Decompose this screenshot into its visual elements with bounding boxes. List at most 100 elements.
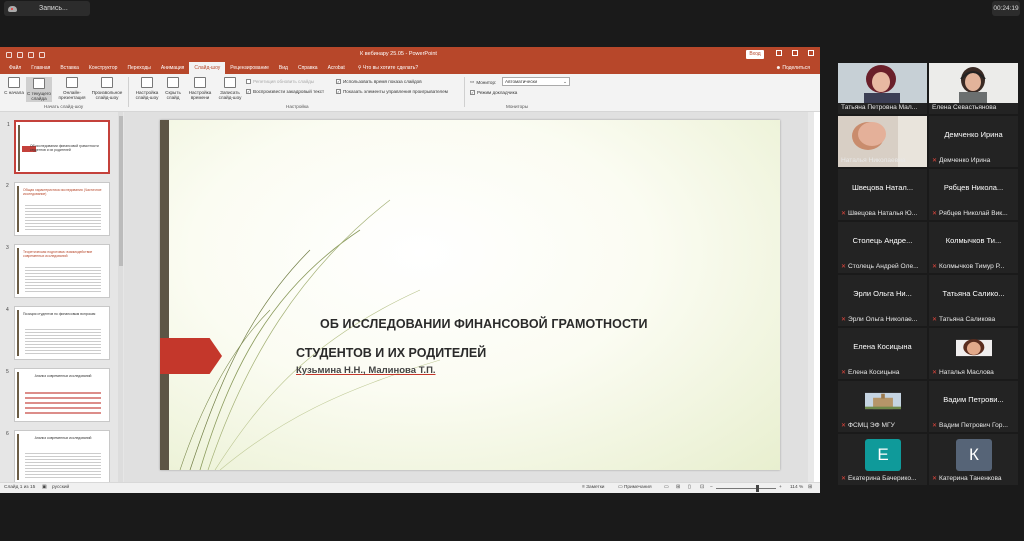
participant-tile[interactable]: Колмычков Ти... ✕ Колмычков Тимур Р...: [929, 222, 1018, 273]
title-arrow-shape: [160, 338, 222, 374]
group-start-label: Начать слайд-шоу: [44, 104, 84, 109]
language-label[interactable]: русский: [52, 485, 69, 490]
participant-name-text: Колмычков Тимур Р...: [939, 263, 1005, 270]
thumb-title: Общая характеристика исследования (Части…: [23, 188, 102, 196]
participant-tile[interactable]: Швецова Натал... ✕ Швецова Наталья Ю...: [838, 169, 927, 220]
hide-slide-button[interactable]: Скрыть слайд: [162, 77, 184, 100]
slide-thumbnail[interactable]: 2 Общая характеристика исследования (Час…: [6, 182, 110, 236]
participant-display-name: Эрли Ольга Ни...: [853, 289, 912, 298]
muted-mic-icon: ✕: [841, 370, 847, 376]
rehearse-timings-button[interactable]: Настройка времени: [186, 77, 214, 100]
record-slideshow-button[interactable]: Записать слайд-шоу: [216, 77, 244, 100]
tab-transitions[interactable]: Переходы: [122, 62, 155, 74]
window-controls: [776, 50, 814, 56]
participant-display-name: Рябцев Никола...: [943, 183, 1004, 192]
tab-view[interactable]: Вид: [274, 62, 293, 74]
sorter-view-icon[interactable]: ⊞: [676, 485, 680, 490]
participant-name-text: Демченко Ирина: [939, 157, 991, 164]
participant-tile-active[interactable]: Наталья Николаевна: [838, 116, 927, 167]
redo-icon[interactable]: [28, 51, 34, 58]
slide-thumbnail[interactable]: 6 Анализ современных исследований: [6, 430, 110, 484]
slide-thumbnail[interactable]: 4 Позиция студентов по финансовым вопрос…: [6, 306, 110, 360]
fit-slide-icon[interactable]: ⊞: [808, 485, 812, 490]
tab-slideshow[interactable]: Слайд-шоу: [189, 62, 226, 74]
online-presentation-button[interactable]: Онлайн-презентация: [56, 77, 88, 100]
slide-authors[interactable]: Кузьмина Н.Н., Малинова Т.П.: [296, 365, 436, 376]
notes-button[interactable]: ≡ Заметки: [582, 485, 605, 490]
participant-tile[interactable]: Татьяна Салико... ✕ Татьяна Саликова: [929, 275, 1018, 326]
custom-slideshow-button[interactable]: Произвольное слайд-шоу: [90, 77, 124, 100]
participant-tile[interactable]: ✕ ФСМЦ ЭФ МГУ: [838, 381, 927, 432]
undo-icon[interactable]: [17, 51, 23, 58]
participant-name-text: Татьяна Саликова: [939, 316, 996, 323]
minimize-icon[interactable]: [776, 50, 782, 56]
comments-button[interactable]: ▭ Примечания: [618, 485, 652, 490]
authors-text: Кузьмина Н.Н., Малинова Т.П.: [296, 365, 436, 376]
participant-tile[interactable]: Эрли Ольга Ни... ✕ Эрли Ольга Николае...: [838, 275, 927, 326]
tab-design[interactable]: Конструктор: [84, 62, 123, 74]
tab-animations[interactable]: Анимация: [156, 62, 189, 74]
zoom-level[interactable]: 114 %: [790, 485, 803, 490]
tab-home[interactable]: Главная: [26, 62, 55, 74]
participant-photo: [865, 392, 901, 410]
participant-tile[interactable]: Татьяна Петровна Мал...: [838, 63, 927, 114]
participant-tile[interactable]: Демченко Ирина ✕ Демченко Ирина: [929, 116, 1018, 167]
tab-acrobat[interactable]: Acrobat: [323, 62, 350, 74]
thumbnails-scrollbar[interactable]: [118, 112, 123, 482]
reading-view-icon[interactable]: ▯: [688, 485, 691, 490]
muted-mic-icon: ✕: [932, 158, 938, 164]
participant-tile[interactable]: Е ✕ Екатерина Бачерико...: [838, 434, 927, 485]
participant-tile[interactable]: Столець Андре... ✕ Столець Андрей Оле...: [838, 222, 927, 273]
participant-tile[interactable]: Вадим Петрови... ✕ Вадим Петрович Гор...: [929, 381, 1018, 432]
participant-name: ✕ Рябцев Николай Вик...: [932, 210, 1016, 217]
participant-video: [929, 63, 1018, 103]
participant-tile[interactable]: Елена Косицына ✕ Елена Косицына: [838, 328, 927, 379]
start-slideshow-icon[interactable]: [39, 51, 45, 58]
record-icon: [224, 77, 236, 88]
check-narration[interactable]: ✓ Воспроизвести закадровый текст: [246, 89, 324, 94]
zoom-slider[interactable]: [716, 488, 776, 489]
from-current-button[interactable]: С текущего слайда: [26, 77, 52, 102]
sign-in-button[interactable]: Вход: [746, 50, 764, 59]
zoom-in-icon[interactable]: +: [779, 485, 782, 490]
participant-tile[interactable]: Рябцев Никола... ✕ Рябцев Николай Вик...: [929, 169, 1018, 220]
participant-name: ✕ Столець Андрей Оле...: [841, 263, 925, 270]
monitor-select[interactable]: Автоматически ⌄: [502, 77, 570, 86]
slide-thumbnail[interactable]: 5 Анализ современных исследований: [6, 368, 110, 422]
recording-indicator[interactable]: Запись...: [4, 1, 90, 16]
save-icon[interactable]: [6, 51, 12, 58]
participant-tile[interactable]: Елена Севастьянова: [929, 63, 1018, 114]
tab-insert[interactable]: Вставка: [55, 62, 84, 74]
participant-tile[interactable]: ✕ Наталья Маслова: [929, 328, 1018, 379]
slideshow-view-icon[interactable]: ⊡: [700, 485, 704, 490]
participant-display-name: Вадим Петрови...: [943, 395, 1004, 404]
close-icon[interactable]: [808, 50, 814, 56]
slide-thumbnail[interactable]: 3 Теоретическая подготовка: взаимодейств…: [6, 244, 110, 298]
zoom-slider-handle[interactable]: [756, 485, 759, 492]
slide-title-line1[interactable]: ОБ ИССЛЕДОВАНИИ ФИНАНСОВОЙ ГРАМОТНОСТИ: [320, 317, 648, 331]
tab-help[interactable]: Справка: [293, 62, 323, 74]
slide-title-line2[interactable]: СТУДЕНТОВ И ИХ РОДИТЕЛЕЙ: [296, 346, 486, 360]
check-presenter-view[interactable]: ✓ Режим докладчика: [470, 90, 517, 95]
normal-view-icon[interactable]: ▭: [664, 485, 669, 490]
check-update-slides[interactable]: Репетиция обновить слайды: [246, 79, 314, 84]
check-use-timings[interactable]: ✓ Использовать время показа слайдов: [336, 79, 422, 84]
setup-slideshow-button[interactable]: Настройка слайд-шоу: [132, 77, 162, 100]
share-button[interactable]: ☻ Поделиться: [776, 62, 810, 74]
zoom-out-icon[interactable]: −: [710, 485, 713, 490]
scroll-thumb[interactable]: [118, 116, 123, 266]
check-media-controls[interactable]: ✓ Показать элементы управления проигрыват…: [336, 89, 448, 94]
current-slide[interactable]: ОБ ИССЛЕДОВАНИИ ФИНАНСОВОЙ ГРАМОТНОСТИ С…: [160, 120, 780, 470]
tab-review[interactable]: Рецензирование: [225, 62, 274, 74]
check-update-label: Репетиция обновить слайды: [253, 79, 315, 84]
tell-me-search[interactable]: ⚲ Что вы хотите сделать?: [358, 62, 418, 74]
from-beginning-button[interactable]: С начала: [4, 77, 24, 95]
slide-thumbnail[interactable]: 1 Об исследовании финансовой грамотности…: [7, 120, 110, 174]
tab-file[interactable]: Файл: [4, 62, 26, 74]
canvas-scrollbar[interactable]: [808, 112, 814, 482]
from-beginning-label: С начала: [4, 90, 24, 95]
spellcheck-icon[interactable]: ▣: [42, 485, 47, 490]
online-label: Онлайн-презентация: [58, 90, 86, 100]
maximize-icon[interactable]: [792, 50, 798, 56]
participant-tile[interactable]: К ✕ Катерина Таненкова: [929, 434, 1018, 485]
